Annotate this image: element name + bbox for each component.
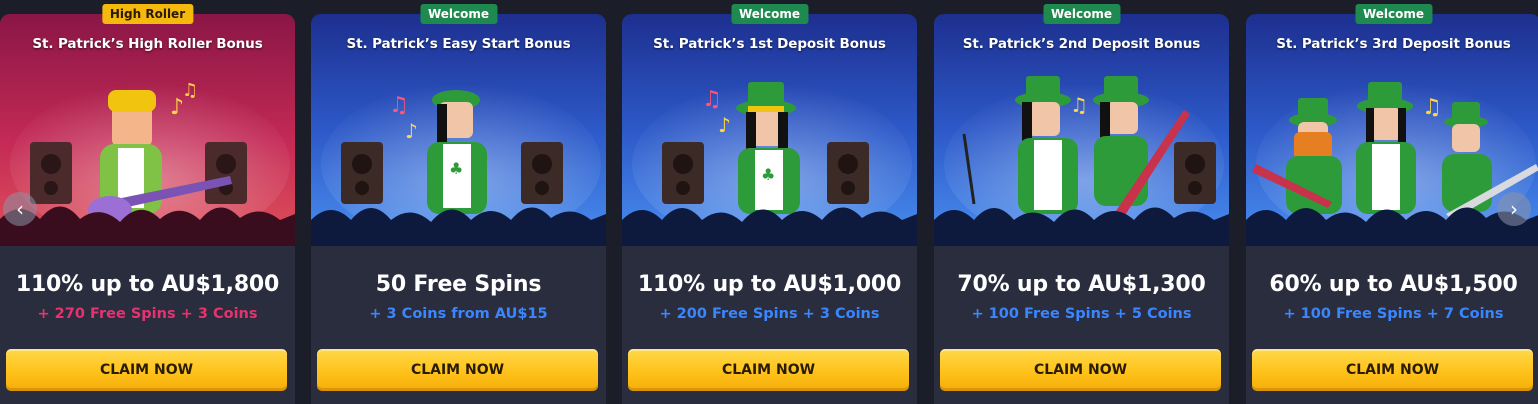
promo-title: St. Patrick’s High Roller Bonus: [32, 36, 263, 52]
svg-text:♫: ♫: [1422, 95, 1442, 120]
promo-title: St. Patrick’s 1st Deposit Bonus: [653, 36, 886, 52]
claim-now-button[interactable]: CLAIM NOW: [628, 349, 909, 391]
badge-high-roller: High Roller: [101, 4, 194, 24]
claim-now-button[interactable]: CLAIM NOW: [317, 349, 598, 391]
promo-card-high-roller: ♪ ♫ High Roller St. Patrick’s High Rolle…: [0, 4, 295, 404]
promo-subline: + 270 Free Spins + 3 Coins: [37, 306, 258, 322]
svg-text:♣: ♣: [449, 159, 463, 178]
promo-headline: 50 Free Spins: [375, 272, 542, 297]
badge-welcome: Welcome: [1354, 4, 1433, 24]
promo-headline: 110% up to AU$1,000: [637, 272, 902, 297]
svg-text:♪: ♪: [405, 119, 418, 143]
carousel-next-button[interactable]: ›: [1497, 192, 1531, 226]
promo-carousel: ♪ ♫ High Roller St. Patrick’s High Rolle…: [0, 0, 1538, 404]
svg-text:♫: ♫: [1070, 93, 1088, 117]
chevron-right-icon: ›: [1510, 197, 1518, 221]
promo-card-3rd-deposit: ♫ Welcome St. Patrick’s 3rd Deposit Bonu…: [1246, 4, 1538, 404]
svg-text:♫: ♫: [389, 93, 409, 118]
badge-welcome: Welcome: [419, 4, 498, 24]
promo-subline: + 100 Free Spins + 5 Coins: [971, 306, 1192, 322]
promo-title: St. Patrick’s 2nd Deposit Bonus: [962, 36, 1201, 52]
svg-text:♫: ♫: [702, 87, 722, 112]
claim-now-button[interactable]: CLAIM NOW: [1252, 349, 1533, 391]
promo-headline: 110% up to AU$1,800: [15, 272, 280, 297]
svg-text:♪: ♪: [718, 113, 731, 137]
claim-now-button[interactable]: CLAIM NOW: [6, 349, 287, 391]
claim-now-button[interactable]: CLAIM NOW: [940, 349, 1221, 391]
badge-welcome: Welcome: [1042, 4, 1121, 24]
promo-card-1st-deposit: ♣ ♫ ♪ Welcome St. Patrick’s 1st Deposit …: [622, 4, 917, 404]
promo-card-easy-start: ♣ ♫ ♪ Welcome St. Patrick’s Easy Start B…: [311, 4, 606, 404]
carousel-prev-button[interactable]: ‹: [3, 192, 37, 226]
promo-headline: 60% up to AU$1,500: [1269, 272, 1518, 297]
promo-title: St. Patrick’s 3rd Deposit Bonus: [1276, 36, 1511, 52]
promo-title: St. Patrick’s Easy Start Bonus: [346, 36, 571, 52]
promo-subline: + 200 Free Spins + 3 Coins: [659, 306, 880, 322]
promo-headline: 70% up to AU$1,300: [957, 272, 1206, 297]
svg-text:♣: ♣: [761, 165, 775, 184]
svg-text:♫: ♫: [182, 80, 198, 101]
chevron-left-icon: ‹: [16, 197, 24, 221]
promo-card-2nd-deposit: ♫ Welcome St. Patrick’s 2nd Deposit Bonu…: [934, 4, 1229, 404]
promo-subline: + 100 Free Spins + 7 Coins: [1283, 306, 1504, 322]
badge-welcome: Welcome: [730, 4, 809, 24]
promo-subline: + 3 Coins from AU$15: [369, 306, 548, 322]
